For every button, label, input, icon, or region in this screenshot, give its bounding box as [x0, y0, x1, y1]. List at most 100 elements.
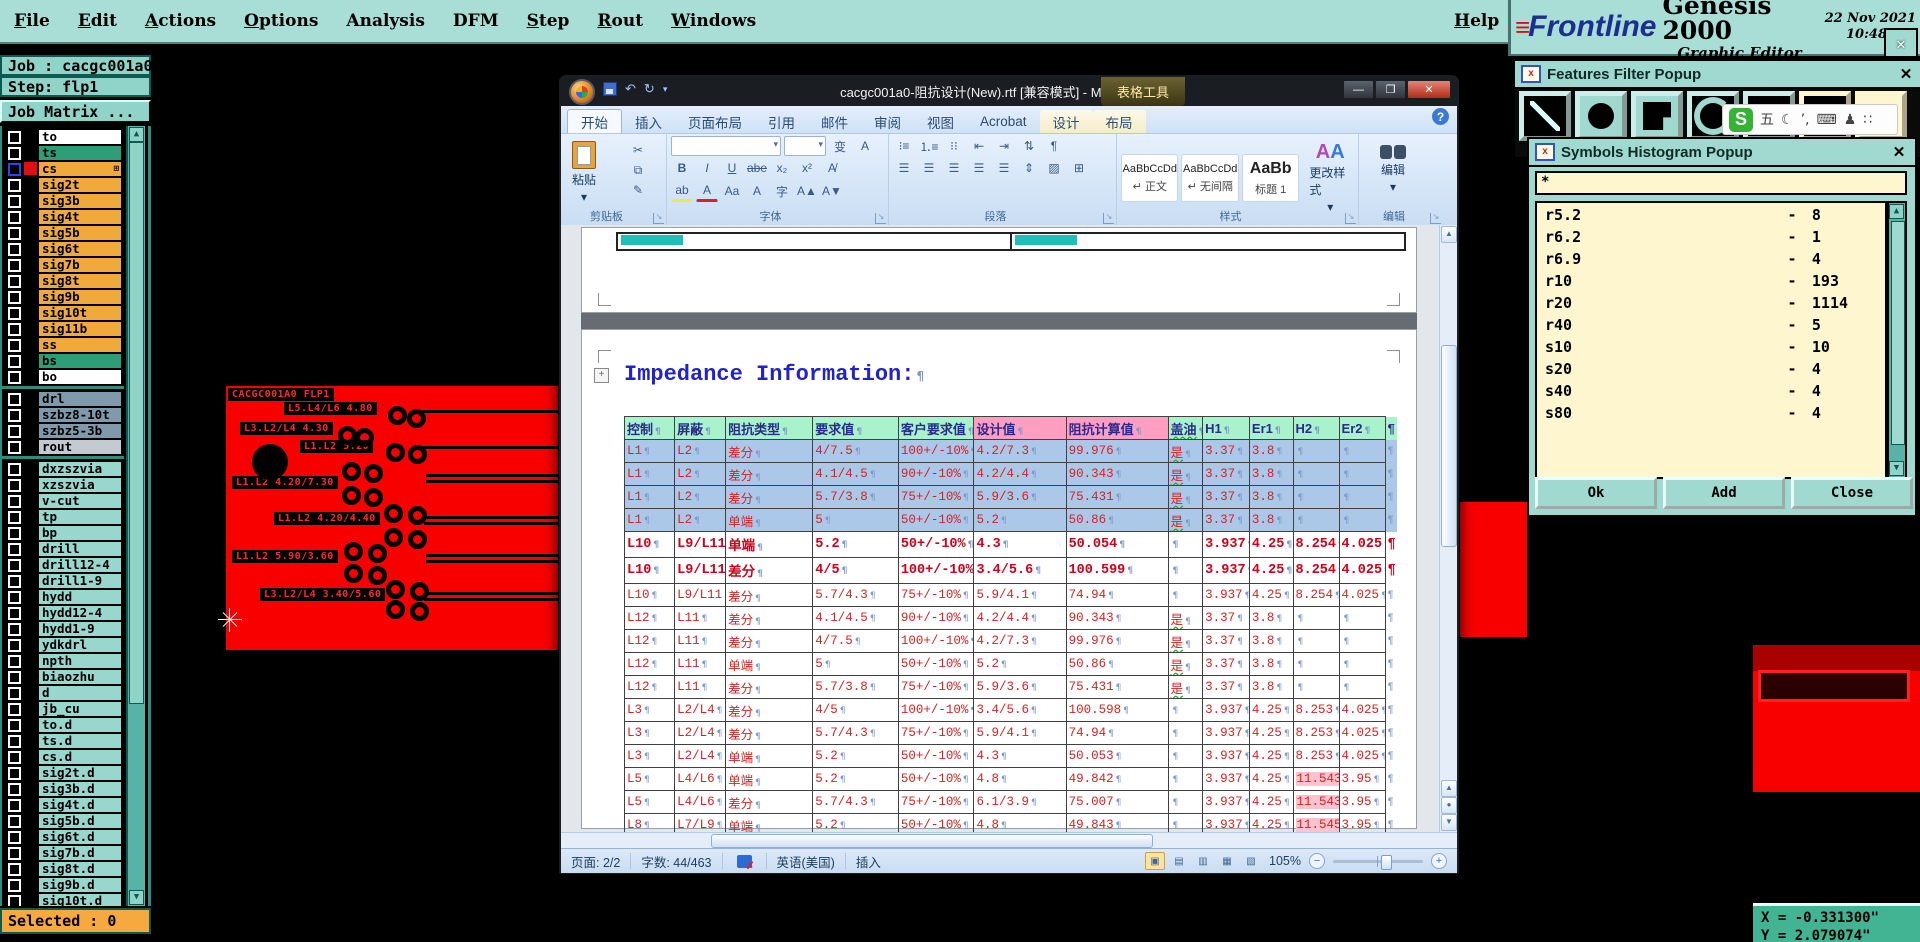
table-cell[interactable]: 5 ¶	[812, 652, 899, 676]
zoom-slider-thumb[interactable]	[1381, 854, 1392, 870]
horizontal-scrollbar[interactable]	[561, 832, 1457, 849]
header-cell[interactable]: 要求值 ¶	[812, 416, 899, 440]
layer-checkbox[interactable]	[8, 783, 21, 796]
table-cell[interactable]: 单端 ¶	[725, 652, 814, 676]
layer-row-bo[interactable]: bo	[2, 370, 124, 384]
layer-checkbox[interactable]	[8, 655, 21, 668]
layer-row-sig9b.d[interactable]: sig9b.d	[2, 878, 124, 892]
table-cell[interactable]: L12 ¶	[623, 675, 676, 699]
symbol-row[interactable]: r10-193	[1537, 272, 1885, 294]
table-cell[interactable]: ¶	[1338, 462, 1386, 486]
table-cell[interactable]: 3.937¶	[1202, 767, 1250, 791]
table-cell[interactable]: 是 ¶	[1167, 485, 1204, 509]
align-right-button[interactable]: ☰	[943, 158, 965, 178]
table-cell[interactable]: 4.25 ¶	[1248, 583, 1294, 607]
table-cell[interactable]: 75+/-10% ¶	[897, 583, 975, 607]
layer-name[interactable]: sig5b	[39, 226, 121, 240]
table-cell[interactable]: 是 ¶	[1167, 462, 1204, 486]
table-cell[interactable]: L1 ¶	[623, 462, 676, 486]
table-cell[interactable]: 50.86 ¶	[1065, 652, 1169, 676]
table-cell[interactable]: 3.4/5.6 ¶	[973, 557, 1067, 584]
layer-row-biaozhu[interactable]: biaozhu	[2, 670, 124, 684]
layer-checkbox[interactable]	[8, 863, 21, 876]
header-cell[interactable]: 设计值 ¶	[973, 416, 1067, 440]
dialog-launcher-icon[interactable]: ↘	[875, 213, 886, 224]
table-cell[interactable]: 差分 ¶	[725, 485, 814, 509]
table-cell[interactable]: 50.053 ¶	[1065, 744, 1169, 768]
table-cell[interactable]: 4.2/4.4 ¶	[973, 462, 1067, 486]
layer-name[interactable]: sig2t.d	[39, 766, 121, 780]
table-cell[interactable]: 3.937¶	[1202, 721, 1250, 745]
table-cell[interactable]: L2 ¶	[674, 439, 727, 463]
table-cell[interactable]: L4/L6 ¶	[674, 767, 727, 791]
table-cell[interactable]: 100.599 ¶	[1065, 557, 1169, 584]
layer-checkbox[interactable]	[8, 527, 21, 540]
table-cell[interactable]: ¶	[1292, 652, 1340, 676]
shrink-font-button[interactable]: A▼	[821, 181, 843, 201]
strikethrough-button[interactable]: abe	[746, 158, 768, 178]
change-case-button[interactable]: Aa	[721, 181, 743, 201]
symbol-list[interactable]: r5.2-8 r6.2-1 r6.9-4 r10-193 r20-1114 r40-5 s1…	[1535, 201, 1887, 479]
change-styles-button[interactable]: AA 更改样式 ▾	[1302, 139, 1358, 217]
layer-row-sig5b[interactable]: sig5b	[2, 226, 124, 240]
table-cell[interactable]: 5.9/4.1 ¶	[973, 721, 1067, 745]
table-cell[interactable]: 4/7.5 ¶	[812, 439, 899, 463]
layer-row-sig3b.d[interactable]: sig3b.d	[2, 782, 124, 796]
layer-checkbox[interactable]	[8, 409, 21, 422]
table-cell[interactable]: 100+/-10%¶	[897, 557, 975, 584]
table-cell[interactable]: 3.95 ¶	[1338, 813, 1386, 832]
layer-row-sig8t[interactable]: sig8t	[2, 274, 124, 288]
close-icon[interactable]: ✕	[1896, 65, 1916, 83]
layer-name[interactable]: sig3b	[39, 194, 121, 208]
italic-button[interactable]: I	[696, 158, 718, 178]
layer-row-v-cut[interactable]: v-cut	[2, 494, 124, 508]
table-cell[interactable]: 差分 ¶	[725, 698, 814, 722]
sort-button[interactable]: ⇅	[1018, 136, 1040, 156]
layer-checkbox[interactable]	[8, 767, 21, 780]
dialog-launcher-icon[interactable]: ↘	[1345, 213, 1356, 224]
bullets-button[interactable]: ⁝≡	[893, 136, 915, 156]
layer-name[interactable]: rout	[39, 440, 121, 454]
layer-name[interactable]: ydkdrl	[39, 638, 121, 652]
table-row[interactable]: L3 ¶ L2/L4 ¶ 差分 ¶ 5.7/4.3 ¶ 75+/-10% ¶ 5.9/4.1 ¶ 74.…	[623, 721, 1398, 745]
layer-row-to.d[interactable]: to.d	[2, 718, 124, 732]
table-cell[interactable]: 4.25 ¶	[1248, 698, 1294, 722]
outline-view-icon[interactable]: ▦	[1217, 852, 1237, 870]
layer-checkbox[interactable]	[8, 559, 21, 572]
superscript-button[interactable]: x²	[796, 158, 818, 178]
layer-row-ss[interactable]: ss	[2, 338, 124, 352]
table-cell[interactable]: 8.254¶	[1292, 531, 1340, 558]
layer-scroll-thumb[interactable]	[129, 142, 144, 704]
distribute-button[interactable]: ☰	[993, 158, 1015, 178]
table-cell[interactable]: 75.431 ¶	[1065, 675, 1169, 699]
layer-name[interactable]: xzszvia	[39, 478, 121, 492]
layer-name[interactable]: to.d	[39, 718, 121, 732]
header-cell[interactable]: 阻抗计算值 ¶	[1065, 416, 1169, 440]
table-cell[interactable]: ¶	[1292, 508, 1340, 532]
table-cell[interactable]: 50+/-10% ¶	[897, 767, 975, 791]
layer-row-sig9b[interactable]: sig9b	[2, 290, 124, 304]
table-cell[interactable]: 是 ¶	[1167, 652, 1204, 676]
table-cell[interactable]: ¶	[1167, 813, 1204, 832]
close-button[interactable]: ✕	[1407, 80, 1451, 99]
table-cell[interactable]: 3.8 ¶	[1248, 606, 1294, 630]
minimize-button[interactable]: —	[1343, 80, 1374, 99]
table-cell[interactable]: 75+/-10% ¶	[897, 675, 975, 699]
help-icon[interactable]: ?	[1432, 108, 1449, 125]
layer-checkbox[interactable]	[8, 393, 21, 406]
layer-row-hydd[interactable]: hydd	[2, 590, 124, 604]
font-name-select[interactable]	[671, 136, 781, 156]
table-cell[interactable]: 差分 ¶	[725, 583, 814, 607]
table-cell[interactable]: 3.37 ¶	[1202, 629, 1250, 653]
table-cell[interactable]: L11 ¶	[674, 675, 727, 699]
table-cell[interactable]: 是 ¶	[1167, 629, 1204, 653]
table-cell[interactable]: 75+/-10% ¶	[897, 485, 975, 509]
tab-插入[interactable]: 插入	[622, 110, 675, 133]
layer-checkbox[interactable]	[8, 495, 21, 508]
table-cell[interactable]: 4.025¶	[1338, 744, 1386, 768]
layer-checkbox[interactable]	[8, 479, 21, 492]
table-cell[interactable]: 3.37 ¶	[1202, 606, 1250, 630]
header-cell[interactable]: Er1 ¶	[1248, 416, 1294, 440]
layer-name[interactable]: drill12-4	[39, 558, 121, 572]
table-cell[interactable]: L9/L11¶	[674, 531, 727, 558]
